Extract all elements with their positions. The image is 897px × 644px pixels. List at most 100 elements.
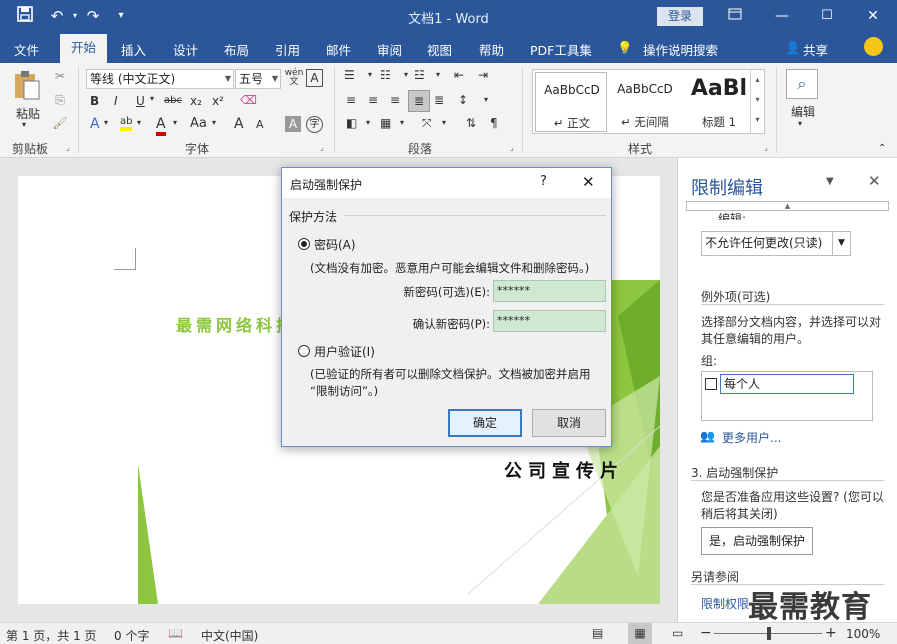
dialog-help-button[interactable]: ? <box>540 174 547 189</box>
highlight-icon[interactable]: ab <box>120 116 133 131</box>
char-border-icon[interactable]: A <box>306 69 323 87</box>
confirm-password-input[interactable]: ****** <box>493 310 606 332</box>
paragraph-launcher-icon[interactable]: ⌟ <box>510 143 514 152</box>
menu-home[interactable]: 开始 <box>60 34 107 63</box>
page-count[interactable]: 第 1 页，共 1 页 <box>6 627 97 644</box>
scroll-up-icon[interactable]: ▲ <box>686 201 889 211</box>
superscript-icon[interactable]: x² <box>212 94 224 108</box>
password-radio[interactable] <box>298 238 310 250</box>
align-right-icon[interactable]: ≡ <box>390 93 400 107</box>
ok-button[interactable]: 确定 <box>448 409 522 437</box>
pane-close-icon[interactable]: ✕ <box>868 172 881 190</box>
distributed-icon[interactable]: ≣ <box>434 93 444 107</box>
minimize-icon[interactable]: — <box>767 4 797 28</box>
clear-format-icon[interactable]: ⌫ <box>240 93 257 107</box>
close-window-icon[interactable]: ✕ <box>858 4 888 28</box>
more-users-link[interactable]: 更多用户... <box>722 429 781 446</box>
increase-indent-icon[interactable]: ⇥ <box>478 68 488 82</box>
borders-dropdown-icon[interactable]: ▾ <box>400 118 404 127</box>
multilevel-dropdown-icon[interactable]: ▾ <box>436 70 440 79</box>
style-heading-1[interactable]: AaBl 标题 1 <box>683 72 755 132</box>
maximize-icon[interactable]: ☐ <box>812 4 842 28</box>
show-marks-icon[interactable]: ¶ <box>490 116 498 130</box>
password-radio-label[interactable]: 密码(A) <box>314 236 356 253</box>
menu-view[interactable]: 视图 <box>427 40 452 59</box>
change-case-icon[interactable]: Aa <box>190 116 207 131</box>
search-icon[interactable]: ⌕ <box>786 69 818 99</box>
font-launcher-icon[interactable]: ⌟ <box>320 143 324 152</box>
login-button[interactable]: 登录 <box>657 7 703 26</box>
zoom-in-icon[interactable]: + <box>825 625 837 641</box>
dialog-close-button[interactable]: ✕ <box>582 173 595 191</box>
subscript-icon[interactable]: x₂ <box>190 94 202 108</box>
word-count[interactable]: 0 个字 <box>114 627 149 644</box>
shrink-font-icon[interactable]: A <box>256 118 264 131</box>
menu-references[interactable]: 引用 <box>275 40 300 59</box>
styles-launcher-icon[interactable]: ⌟ <box>764 143 768 152</box>
sort-icon[interactable]: ⇅ <box>466 116 476 130</box>
restrict-permission-link[interactable]: 限制权限 <box>701 595 749 612</box>
menu-pdf-tools[interactable]: PDF工具集 <box>530 40 592 59</box>
tell-me-search[interactable]: 操作说明搜索 <box>643 40 718 59</box>
edit-restriction-select[interactable]: 不允许任何更改(只读) ▼ <box>701 231 851 256</box>
cancel-button[interactable]: 取消 <box>532 409 606 437</box>
grow-font-icon[interactable]: A <box>234 116 244 132</box>
read-mode-icon[interactable]: ▤ <box>592 626 603 640</box>
paste-icon[interactable] <box>10 69 44 103</box>
web-layout-icon[interactable]: ▭ <box>672 626 683 640</box>
clipboard-launcher-icon[interactable]: ⌟ <box>66 143 70 152</box>
everyone-item[interactable]: 每个人 <box>720 374 854 394</box>
smiley-icon[interactable] <box>864 37 883 56</box>
decrease-indent-icon[interactable]: ⇤ <box>454 68 464 82</box>
text-effects-dropdown-icon[interactable]: ▾ <box>104 118 108 127</box>
everyone-checkbox[interactable] <box>705 378 717 390</box>
menu-file[interactable]: 文件 <box>14 40 39 59</box>
editing-dropdown-icon[interactable]: ▾ <box>798 119 802 128</box>
font-color-dropdown-icon[interactable]: ▾ <box>173 118 177 127</box>
style-no-spacing[interactable]: AaBbCcD ↵ 无间隔 <box>609 72 681 132</box>
bullets-dropdown-icon[interactable]: ▾ <box>368 70 372 79</box>
paste-button[interactable]: 粘贴 <box>12 105 44 122</box>
language-indicator[interactable]: 中文(中国) <box>201 627 258 644</box>
borders-icon[interactable]: ▦ <box>380 116 391 130</box>
styles-scroll[interactable]: ▴ ▾ ▾ <box>750 70 764 133</box>
underline-icon[interactable]: U <box>136 94 145 108</box>
print-layout-icon[interactable]: ▦ <box>628 623 652 644</box>
enclose-char-icon[interactable]: 字 <box>306 116 323 133</box>
collapse-ribbon-icon[interactable]: ⌃ <box>878 143 886 154</box>
zoom-level[interactable]: 100% <box>846 627 880 641</box>
shading-icon[interactable]: ◧ <box>346 116 357 130</box>
zoom-out-icon[interactable]: − <box>700 625 712 641</box>
style-normal[interactable]: AaBbCcD ↵ 正文 <box>535 72 607 132</box>
user-auth-radio-label[interactable]: 用户验证(I) <box>314 343 375 360</box>
multilevel-list-icon[interactable]: ☳ <box>414 68 425 82</box>
numbering-dropdown-icon[interactable]: ▾ <box>404 70 408 79</box>
text-effects-icon[interactable]: A <box>90 116 100 132</box>
start-enforcing-button[interactable]: 是，启动强制保护 <box>701 527 813 555</box>
justify-icon[interactable]: ≣ <box>408 90 430 112</box>
editing-button[interactable]: 编辑 <box>788 103 818 120</box>
zoom-slider-thumb[interactable] <box>767 627 771 640</box>
ribbon-display-icon[interactable] <box>720 4 750 28</box>
line-spacing-dropdown-icon[interactable]: ▾ <box>484 95 488 104</box>
line-spacing-icon[interactable]: ↕ <box>458 93 468 107</box>
menu-mailings[interactable]: 邮件 <box>326 40 351 59</box>
numbering-icon[interactable]: ☷ <box>380 68 391 82</box>
font-name-select[interactable]: 等线 (中文正文) ▼ <box>86 69 234 89</box>
underline-dropdown-icon[interactable]: ▾ <box>150 94 154 103</box>
menu-help[interactable]: 帮助 <box>479 40 504 59</box>
proofing-icon[interactable]: 📖 <box>168 626 183 640</box>
user-auth-radio[interactable] <box>298 345 310 357</box>
menu-review[interactable]: 审阅 <box>377 40 402 59</box>
format-painter-icon[interactable]: 🖌 <box>52 116 68 130</box>
align-left-icon[interactable]: ≡ <box>346 93 356 107</box>
change-case-dropdown-icon[interactable]: ▾ <box>212 118 216 127</box>
copy-icon[interactable]: ⎘ <box>52 93 68 108</box>
highlight-dropdown-icon[interactable]: ▾ <box>137 118 141 127</box>
asian-layout-dropdown-icon[interactable]: ▾ <box>442 118 446 127</box>
menu-layout[interactable]: 布局 <box>224 40 249 59</box>
menu-design[interactable]: 设计 <box>173 40 198 59</box>
char-shading-icon[interactable]: A <box>285 116 301 132</box>
align-center-icon[interactable]: ≡ <box>368 93 378 107</box>
bullets-icon[interactable]: ☰ <box>344 68 355 82</box>
